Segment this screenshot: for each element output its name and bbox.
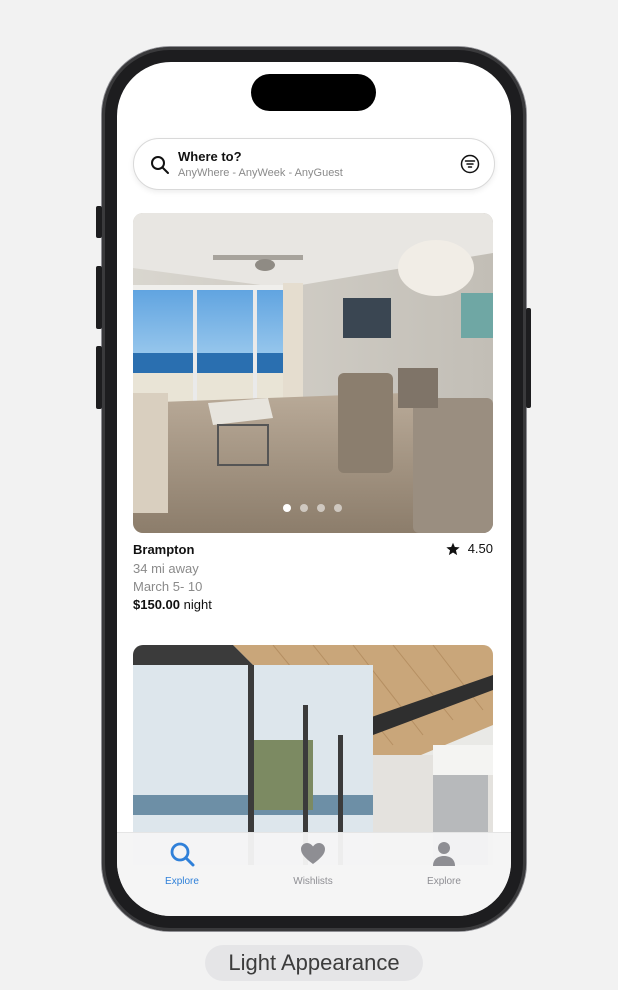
- tab-wishlists[interactable]: Wishlists: [268, 841, 358, 887]
- price-amount: $150.00: [133, 597, 180, 612]
- rating-value: 4.50: [467, 541, 493, 556]
- listing-rating: 4.50: [446, 541, 493, 556]
- photo-pager[interactable]: [283, 504, 342, 512]
- star-icon: [446, 542, 460, 555]
- listing-price: $150.00 night: [133, 597, 212, 612]
- power-button: [526, 308, 531, 408]
- screen: Where to? AnyWhere - AnyWeek - AnyGuest: [117, 62, 511, 916]
- appearance-caption: Light Appearance: [205, 945, 423, 981]
- filter-icon[interactable]: [460, 154, 480, 174]
- volume-up-button: [96, 266, 102, 329]
- listing-photo[interactable]: [133, 213, 493, 533]
- dynamic-island: [251, 74, 376, 111]
- pager-dot[interactable]: [300, 504, 308, 512]
- volume-down-button: [96, 346, 102, 409]
- person-icon: [433, 842, 455, 866]
- action-button: [96, 206, 102, 238]
- tab-label: Wishlists: [293, 876, 333, 887]
- tab-bar: Explore Wishlists Explore: [117, 832, 511, 916]
- tab-profile[interactable]: Explore: [399, 841, 489, 887]
- pager-dot[interactable]: [283, 504, 291, 512]
- tab-explore[interactable]: Explore: [137, 841, 227, 887]
- pager-dot[interactable]: [334, 504, 342, 512]
- search-title: Where to?: [178, 149, 242, 164]
- tab-label: Explore: [427, 876, 461, 887]
- tab-label: Explore: [165, 876, 199, 887]
- search-subtitle: AnyWhere - AnyWeek - AnyGuest: [178, 167, 343, 179]
- listing-dates: March 5- 10: [133, 579, 203, 594]
- pager-dot[interactable]: [317, 504, 325, 512]
- listing-distance: 34 mi away: [133, 561, 199, 576]
- search-icon: [151, 156, 169, 174]
- heart-icon: [301, 843, 325, 864]
- magnifying-glass-icon: [170, 842, 195, 867]
- living-room-photo: [133, 213, 493, 533]
- search-bar[interactable]: Where to? AnyWhere - AnyWeek - AnyGuest: [133, 138, 495, 190]
- price-unit: night: [183, 597, 212, 612]
- listing-city: Brampton: [133, 542, 195, 557]
